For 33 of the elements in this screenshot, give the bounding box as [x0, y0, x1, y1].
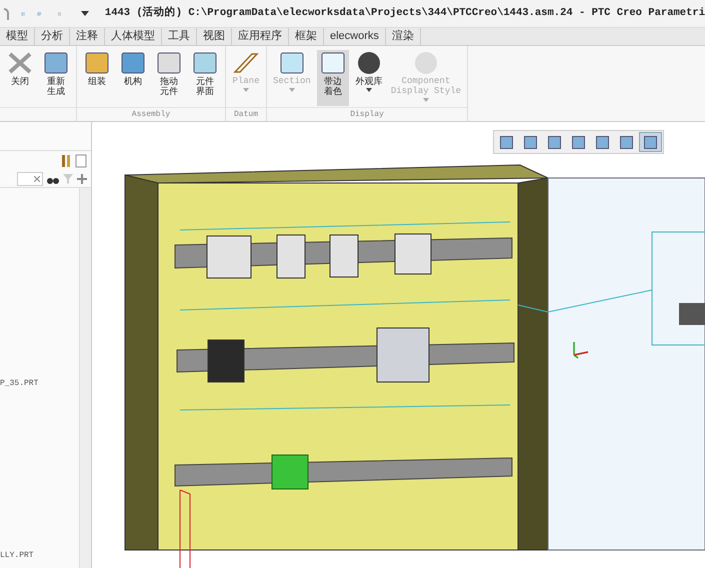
- ribbon-tab[interactable]: elecworks: [324, 28, 386, 45]
- plus-icon[interactable]: [77, 174, 87, 184]
- search-field[interactable]: [17, 172, 43, 186]
- ribbon-tab[interactable]: 应用程序: [232, 28, 289, 45]
- dropdown-caret-icon[interactable]: [80, 11, 89, 16]
- ribbon-button[interactable]: 拖动元件: [153, 50, 185, 106]
- ribbon-tab[interactable]: 框架: [289, 28, 324, 45]
- group-label: Assembly: [132, 108, 170, 120]
- ribbon-tab[interactable]: 模型: [0, 28, 35, 45]
- ribbon-button[interactable]: 组装: [81, 50, 113, 106]
- ribbon-tab[interactable]: 视图: [197, 28, 232, 45]
- ribbon-button[interactable]: 机构: [117, 50, 149, 106]
- axis-triad-icon: [573, 341, 589, 359]
- close-icon: [6, 50, 34, 76]
- ribbon-button[interactable]: 重新生成: [40, 50, 72, 106]
- tree-item[interactable]: P_35.PRT: [0, 378, 79, 390]
- ribbon-button[interactable]: 带边着色: [316, 50, 349, 106]
- ribbon-button[interactable]: 外观库: [352, 50, 385, 106]
- window-title: 1443 (活动的) C:\ProgramData\elecworksdata\Projects\344\PTCCreo\1443.asm.24 - PTC Creo Parametri: [104, 6, 705, 21]
- tree-item[interactable]: LLY.PRT: [0, 550, 79, 562]
- group-label: Display: [350, 108, 384, 120]
- scrollbar[interactable]: [79, 188, 91, 568]
- view-tool-button[interactable]: [639, 132, 662, 152]
- ribbon-tab[interactable]: 工具: [162, 28, 197, 45]
- ribbon-tab[interactable]: 渲染: [386, 28, 421, 45]
- group-label: Datum: [234, 108, 258, 120]
- ribbon-button[interactable]: 元件界面: [189, 50, 221, 106]
- ribbon-tab[interactable]: 人体模型: [105, 28, 162, 45]
- ribbon-tab[interactable]: 注释: [70, 28, 105, 45]
- ribbon-button[interactable]: 关闭: [4, 50, 36, 106]
- ribbon-tab[interactable]: 分析: [35, 28, 70, 45]
- clear-icon[interactable]: [34, 176, 40, 182]
- document-icon[interactable]: [75, 154, 87, 168]
